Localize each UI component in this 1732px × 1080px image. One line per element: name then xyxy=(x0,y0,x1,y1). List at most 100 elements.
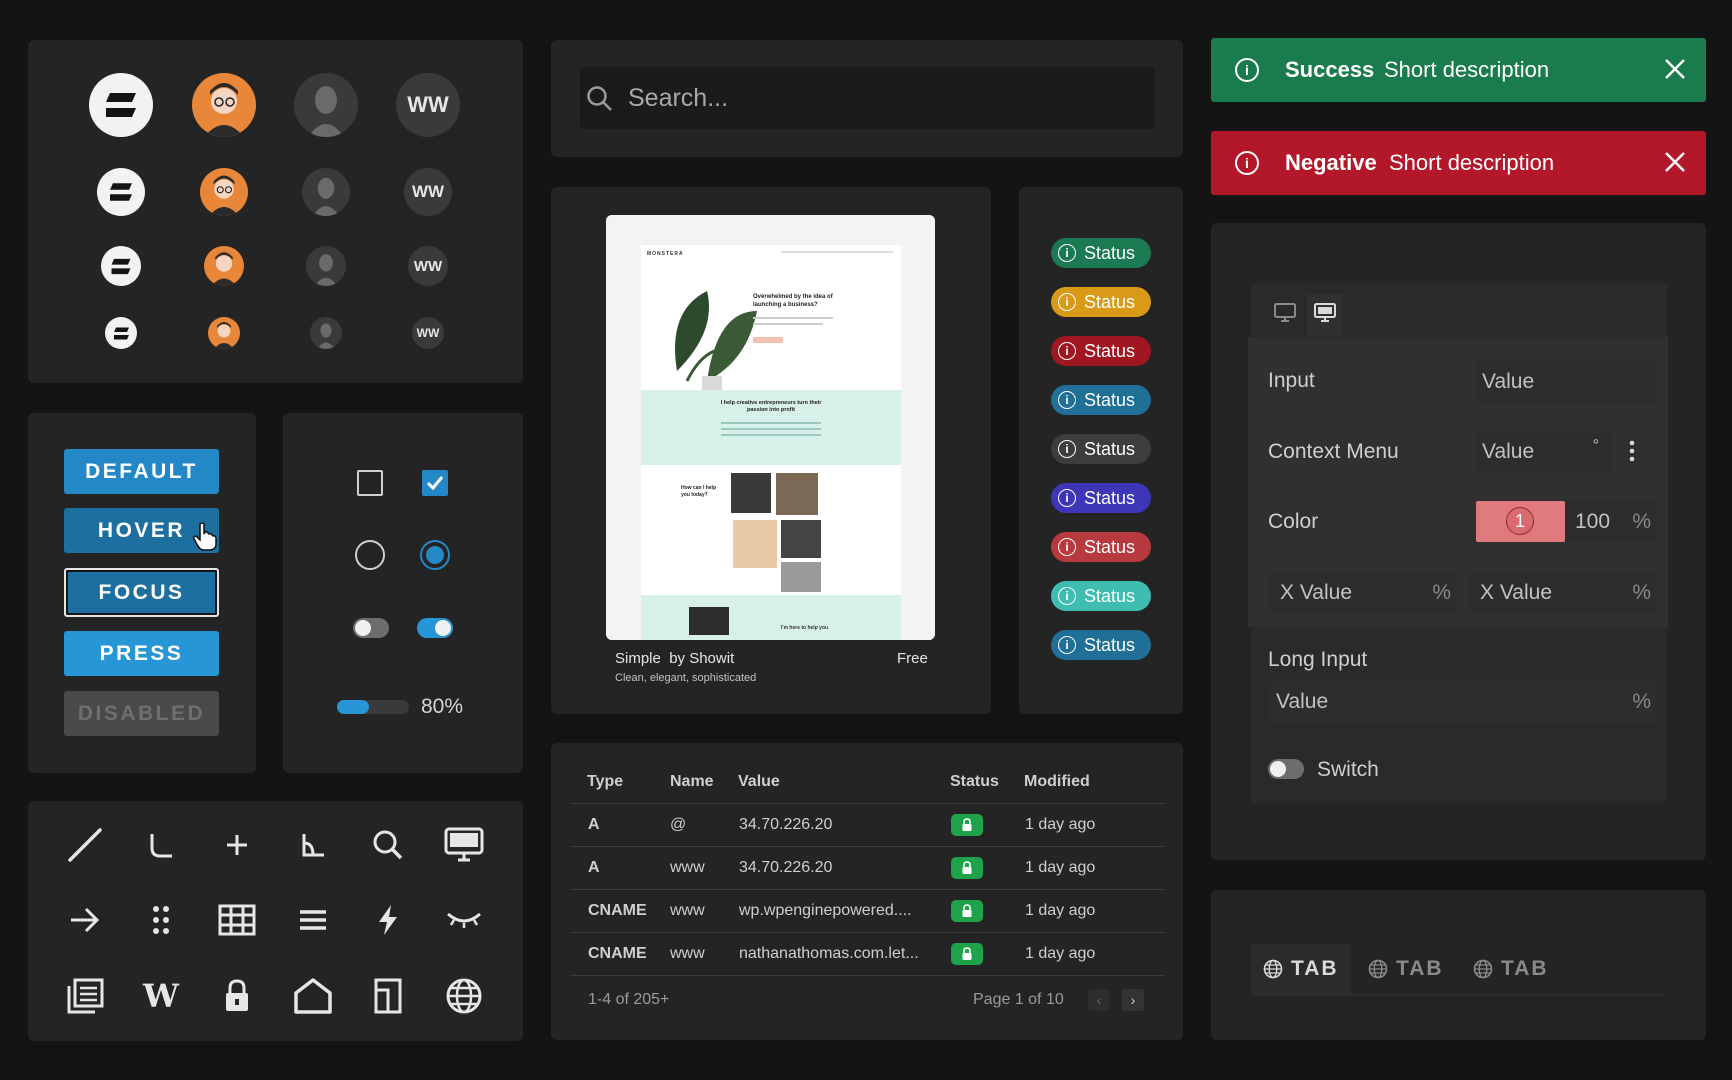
row-type: CNAME xyxy=(588,902,647,919)
initials-avatar[interactable]: WW xyxy=(412,317,444,349)
column-header-modified[interactable]: Modified xyxy=(1024,773,1090,791)
tab-2[interactable]: TAB xyxy=(1356,944,1456,994)
row-divider xyxy=(570,846,1165,847)
logo-avatar[interactable] xyxy=(97,168,145,216)
column-header-value[interactable]: Value xyxy=(738,773,780,791)
checkbox-unchecked[interactable] xyxy=(357,470,383,496)
column-header-name[interactable]: Name xyxy=(670,773,714,791)
x-value-field-1[interactable]: X Value % xyxy=(1270,572,1457,613)
logo-icon xyxy=(110,183,132,201)
initials-avatar[interactable]: WW xyxy=(404,168,452,216)
close-icon[interactable] xyxy=(1662,56,1688,82)
person-photo-icon xyxy=(211,252,237,286)
layers-icon[interactable] xyxy=(61,972,109,1020)
ui-kit-canvas: WW WW WW WW DEFAULT HOVER FOCUS PRESS DI… xyxy=(0,0,1732,1080)
press-button-label: PRESS xyxy=(99,641,184,665)
initials-avatar[interactable]: WW xyxy=(408,246,448,286)
next-page-button[interactable]: › xyxy=(1122,989,1144,1011)
close-icon[interactable] xyxy=(1662,149,1688,175)
person-silhouette-icon xyxy=(317,323,335,349)
color-picker-handle[interactable]: 1 xyxy=(1506,507,1534,535)
opacity-value: 100 xyxy=(1575,509,1611,533)
angle-icon[interactable] xyxy=(289,821,337,869)
photo-avatar[interactable] xyxy=(200,168,248,216)
toggle-on[interactable] xyxy=(417,618,453,638)
status-label: Status xyxy=(1084,291,1136,312)
status-badge: i Status xyxy=(1051,532,1151,562)
photo-avatar[interactable] xyxy=(208,317,240,349)
lock-icon[interactable] xyxy=(213,972,261,1020)
column-header-type[interactable]: Type xyxy=(587,773,623,791)
color-swatch[interactable]: 1 xyxy=(1476,501,1565,542)
eye-closed-icon[interactable] xyxy=(440,896,488,944)
press-button[interactable]: PRESS xyxy=(64,631,219,676)
monitor-icon[interactable] xyxy=(440,821,488,869)
x-prefix: X xyxy=(1480,580,1495,604)
x-value-field-2[interactable]: X Value % xyxy=(1470,572,1657,613)
search-input[interactable] xyxy=(628,67,1128,129)
wide-view-tab[interactable] xyxy=(1307,294,1343,336)
logo-avatar[interactable] xyxy=(101,246,141,286)
radio-selected[interactable] xyxy=(420,540,450,570)
home-icon[interactable] xyxy=(289,972,337,1020)
initials-avatar[interactable]: WW xyxy=(396,73,460,137)
tab-1[interactable]: TAB xyxy=(1251,944,1351,994)
wordpress-icon[interactable]: W xyxy=(137,972,185,1020)
opacity-field[interactable]: 100 % xyxy=(1565,501,1657,542)
logo-avatar[interactable] xyxy=(105,317,137,349)
progress-bar xyxy=(337,700,409,714)
more-vertical-icon[interactable] xyxy=(1628,439,1636,463)
input-field[interactable]: Value xyxy=(1476,361,1657,402)
photo-avatar[interactable] xyxy=(192,73,256,137)
status-badge: i Status xyxy=(1051,581,1151,611)
drag-dots-icon[interactable] xyxy=(137,896,185,944)
progress-fill xyxy=(337,700,369,714)
tab-label: TAB xyxy=(1291,957,1339,980)
corner-icon[interactable] xyxy=(137,821,185,869)
switch-toggle[interactable] xyxy=(1268,759,1304,779)
toggle-off[interactable] xyxy=(353,618,389,638)
plus-icon[interactable] xyxy=(213,821,261,869)
info-icon: i xyxy=(1058,440,1076,458)
alert-title: Negative xyxy=(1285,150,1377,175)
placeholder-avatar[interactable] xyxy=(306,246,346,286)
prev-page-button[interactable]: ‹ xyxy=(1088,989,1110,1011)
status-badge: i Status xyxy=(1051,483,1151,513)
globe-icon[interactable] xyxy=(440,972,488,1020)
template-price: Free xyxy=(897,650,928,667)
grid-icon[interactable] xyxy=(213,896,261,944)
context-menu-field[interactable]: Value ° xyxy=(1476,431,1611,472)
arrow-right-icon[interactable] xyxy=(61,896,109,944)
switch-label: Switch xyxy=(1317,758,1379,781)
column-header-status[interactable]: Status xyxy=(950,773,999,791)
layout-icon[interactable] xyxy=(364,972,412,1020)
radio-unselected[interactable] xyxy=(355,540,385,570)
template-title[interactable]: Simple by Showit xyxy=(615,650,734,667)
focus-button[interactable]: FOCUS xyxy=(64,568,219,617)
placeholder-avatar[interactable] xyxy=(294,73,358,137)
initials-text: WW xyxy=(411,182,445,201)
status-badge: i Status xyxy=(1051,630,1151,660)
preview-brand: MONSTERA xyxy=(647,251,684,257)
initials-text: WW xyxy=(413,257,443,275)
default-button[interactable]: DEFAULT xyxy=(64,449,219,494)
template-preview[interactable]: MONSTERA Overwhelmed by the idea of laun… xyxy=(606,215,935,640)
menu-icon[interactable] xyxy=(289,896,337,944)
row-type: CNAME xyxy=(588,945,647,962)
desktop-view-tab[interactable] xyxy=(1273,300,1297,324)
placeholder-avatar[interactable] xyxy=(302,168,350,216)
line-icon[interactable] xyxy=(61,821,109,869)
tab-3[interactable]: TAB xyxy=(1461,944,1561,994)
placeholder-avatar[interactable] xyxy=(310,317,342,349)
monitor-icon xyxy=(1274,303,1296,322)
checkbox-checked[interactable] xyxy=(422,470,448,496)
search-icon[interactable] xyxy=(364,821,412,869)
row-divider xyxy=(570,889,1165,890)
photo-avatar[interactable] xyxy=(204,246,244,286)
long-input-field[interactable]: Value % xyxy=(1270,681,1657,722)
lightning-icon[interactable] xyxy=(364,896,412,944)
search-box[interactable] xyxy=(580,67,1155,129)
logo-avatar[interactable] xyxy=(89,73,153,137)
degree-unit: ° xyxy=(1592,437,1599,454)
hover-button[interactable]: HOVER xyxy=(64,508,219,553)
